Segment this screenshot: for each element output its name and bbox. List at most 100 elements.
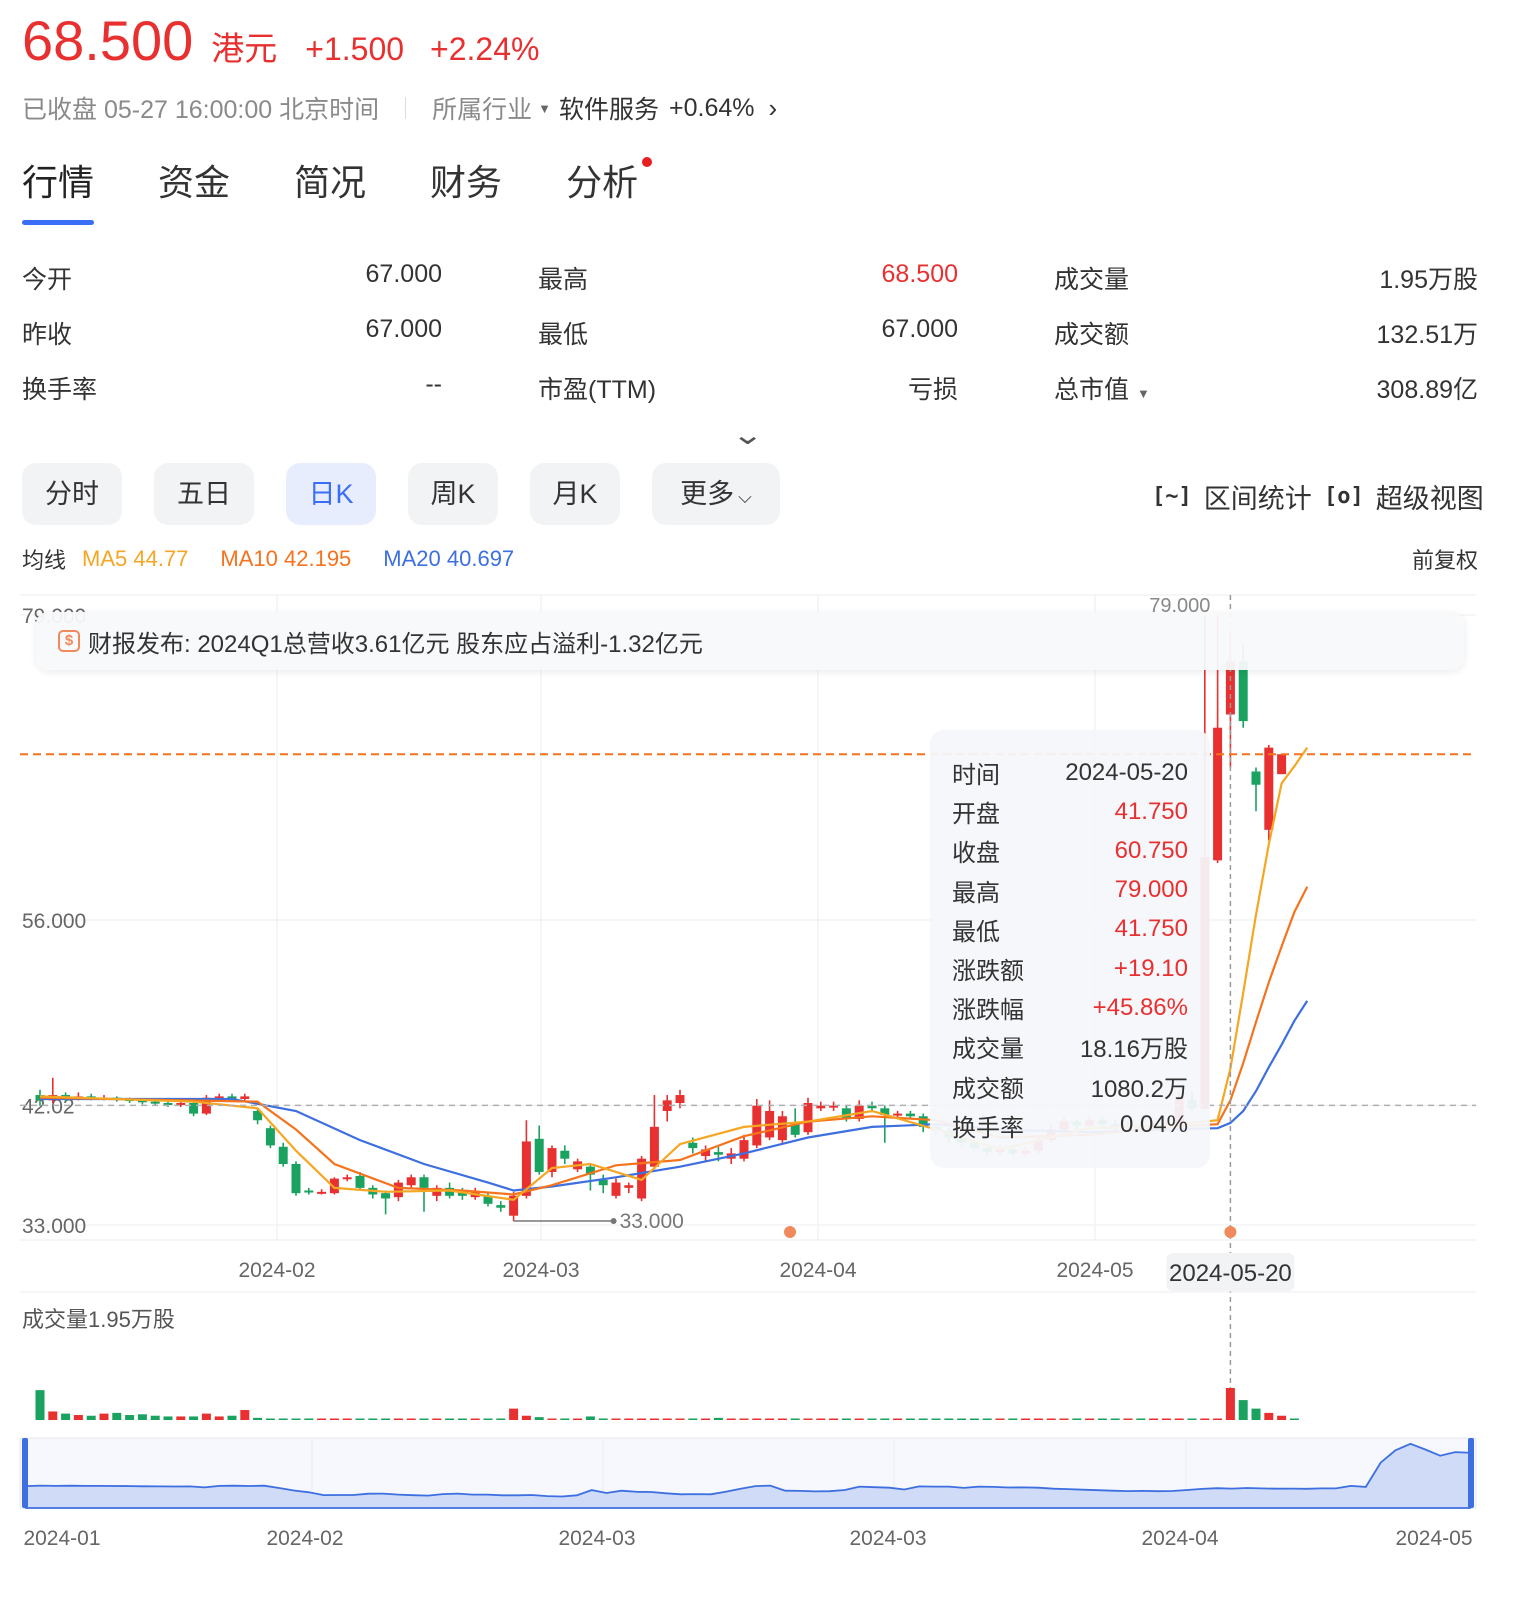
candle-body	[355, 1175, 365, 1188]
kline-chart[interactable]: 79.00056.00042.0233.0002024-022024-03202…	[0, 0, 1538, 1602]
volume-bar	[816, 1418, 826, 1420]
candle-body	[265, 1128, 275, 1146]
volume-bar	[163, 1416, 173, 1420]
candle-body	[291, 1164, 301, 1194]
tooltip-key: 最高	[952, 879, 1000, 907]
event-marker	[1224, 1226, 1237, 1238]
candle-body	[611, 1182, 621, 1196]
volume-bar	[931, 1418, 941, 1420]
candle-body	[317, 1191, 327, 1194]
volume-bar	[509, 1408, 519, 1420]
chart-overlay: 2024-05-20 79.000 33.000	[20, 595, 1476, 1420]
event-marker	[784, 1226, 796, 1238]
volume-bar	[905, 1418, 915, 1420]
tooltip-row: 最低 41.750	[952, 910, 1188, 949]
tooltip-row: 换手率 0.04%	[952, 1106, 1188, 1145]
volume-label: 成交量1.95万股	[22, 1307, 175, 1332]
x-axis-label: 2024-03	[502, 1259, 579, 1282]
volume-bar	[355, 1418, 365, 1420]
volume-bar	[688, 1418, 698, 1420]
volume-bar	[240, 1410, 250, 1420]
tooltip-value: 2024-05-20	[1065, 758, 1188, 786]
candle-body	[649, 1126, 659, 1167]
candle-body	[688, 1142, 698, 1149]
tooltip-key: 开盘	[952, 801, 1000, 829]
candle-body	[1213, 727, 1223, 861]
tooltip-row: 收盘 60.750	[952, 831, 1188, 870]
volume-bar	[662, 1418, 672, 1420]
tooltip-row: 涨跌幅 +45.86%	[952, 988, 1188, 1027]
tooltip-key: 成交额	[952, 1075, 1024, 1103]
navigator-handle-left	[22, 1438, 28, 1508]
volume-bar	[675, 1418, 685, 1420]
candle-body	[240, 1096, 250, 1100]
tooltip-row: 最高 79.000	[952, 871, 1188, 910]
x-axis-label: 2024-05	[1056, 1259, 1133, 1282]
volume-bar	[1085, 1418, 1095, 1420]
candle-body	[150, 1101, 160, 1104]
x-axis-label: 2024-04	[779, 1259, 856, 1282]
candle-body	[419, 1177, 429, 1188]
report-icon: $	[58, 630, 80, 652]
volume-bar	[598, 1418, 608, 1420]
tooltip-value: +19.10	[1113, 954, 1188, 982]
volume-bar	[1110, 1418, 1120, 1420]
tooltip-key: 换手率	[952, 1114, 1024, 1142]
candle-body	[304, 1190, 314, 1193]
candle-body	[393, 1182, 403, 1198]
volume-bar	[611, 1418, 621, 1420]
range-navigator: 2024-01 2024-02 2024-03 2024-03 2024-04 2024-…	[19, 1437, 1477, 1550]
candle-body	[675, 1095, 685, 1103]
volume-bar	[1200, 1418, 1210, 1420]
candle-body	[624, 1185, 634, 1188]
volume-bar	[317, 1418, 327, 1420]
volume-bar	[1008, 1418, 1018, 1420]
volume-bar	[803, 1418, 813, 1420]
volume-bar	[265, 1418, 275, 1420]
volume-bar	[432, 1418, 442, 1420]
low-marker-dot	[610, 1218, 617, 1224]
tooltip-key: 收盘	[952, 840, 1000, 868]
volume-bar	[86, 1415, 96, 1420]
y-axis-label: 56.000	[22, 910, 86, 933]
volume-bar	[381, 1418, 391, 1420]
volume-bar	[1277, 1415, 1287, 1420]
volume-bar	[841, 1418, 851, 1420]
volume-bar	[496, 1418, 506, 1420]
volume-bar	[406, 1418, 416, 1420]
navigator-x-label: 2024-05	[1395, 1527, 1472, 1550]
volume-bar	[1238, 1400, 1248, 1420]
volume-bar	[1149, 1418, 1159, 1420]
volume-bar	[1289, 1418, 1299, 1420]
volume-bar	[457, 1418, 467, 1420]
volume-bar	[125, 1415, 135, 1420]
volume-bar	[253, 1417, 263, 1420]
tooltip-value: 1080.2万	[1090, 1075, 1188, 1103]
volume-bar	[304, 1418, 314, 1420]
earnings-report-banner[interactable]: $ 财报发布: 2024Q1总营收3.61亿元 股东应占溢利-1.32亿元	[36, 612, 1464, 670]
volume-bar	[982, 1418, 992, 1420]
volume-bar	[573, 1418, 583, 1420]
candle-body	[342, 1177, 352, 1180]
volume-bar	[99, 1413, 109, 1420]
volume-bar	[701, 1418, 711, 1420]
tooltip-row: 时间 2024-05-20	[952, 753, 1188, 792]
tooltip-key: 涨跌幅	[952, 997, 1024, 1025]
volume-bar	[534, 1417, 544, 1420]
volume-bar	[1251, 1408, 1261, 1420]
volume-bars	[20, 1291, 1476, 1420]
volume-bar	[726, 1418, 736, 1420]
volume-bar	[829, 1418, 839, 1420]
volume-bar	[1136, 1418, 1146, 1420]
candle-body	[496, 1205, 506, 1208]
low-marker-label: 33.000	[620, 1210, 684, 1233]
volume-bar	[854, 1418, 864, 1420]
volume-bar	[1033, 1418, 1043, 1420]
candle-body	[278, 1146, 288, 1164]
tooltip-value: 41.750	[1114, 915, 1188, 943]
volume-bar	[1174, 1418, 1184, 1420]
volume-bar	[227, 1415, 237, 1420]
volume-bar	[393, 1418, 403, 1420]
volume-bar	[1072, 1418, 1082, 1420]
candle-body	[381, 1193, 391, 1199]
